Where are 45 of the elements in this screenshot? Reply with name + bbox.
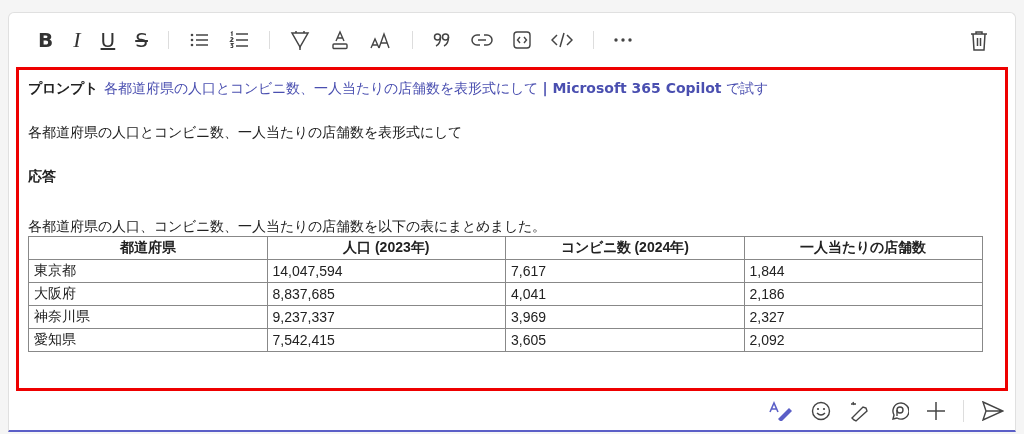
quote-icon[interactable] (432, 32, 451, 48)
more-icon[interactable] (613, 38, 632, 42)
table-cell: 3,969 (505, 305, 744, 329)
table-cell: 1,844 (744, 259, 983, 283)
table-cell: 神奈川県 (28, 305, 267, 329)
column-header: 都道府県 (28, 236, 267, 260)
prompt-label: プロンプト (28, 80, 98, 98)
table-cell: 7,542,415 (267, 328, 506, 352)
emoji-icon[interactable] (811, 400, 831, 421)
table-cell: 2,327 (744, 305, 983, 329)
code-block-icon[interactable] (512, 31, 531, 49)
underline-button[interactable]: U (100, 30, 116, 50)
table-cell: 東京都 (28, 259, 267, 283)
text-format-icon[interactable] (769, 400, 793, 421)
table-cell: 3,605 (505, 328, 744, 352)
table-cell: 9,237,337 (267, 305, 506, 329)
italic-button[interactable]: I (73, 29, 81, 51)
prompt-link[interactable]: 各都道府県の人口とコンビニ数、一人当たりの店舗数を表形式にして | Microsoft 365 Copilot で試す (104, 80, 768, 98)
response-heading: 応答 (28, 168, 57, 186)
code-icon[interactable] (550, 32, 573, 48)
table-cell: 8,837,685 (267, 282, 506, 306)
highlighter-icon[interactable] (289, 30, 310, 50)
response-text: 各都道府県の人口、コンビニ数、一人当たりの店舗数を以下の表にまとめました。 (28, 218, 547, 236)
delete-icon[interactable] (970, 29, 988, 51)
table-cell: 14,047,594 (267, 259, 506, 283)
table-cell: 愛知県 (28, 328, 267, 352)
numbered-list-icon[interactable] (228, 31, 249, 49)
table-cell: 2,092 (744, 328, 983, 352)
table-cell: 7,617 (505, 259, 744, 283)
add-icon[interactable] (927, 401, 945, 420)
column-header: 一人当たりの店舗数 (744, 236, 983, 260)
bulleted-list-icon[interactable] (188, 32, 209, 48)
strikethrough-button[interactable]: S (135, 30, 148, 50)
table-cell: 大阪府 (28, 282, 267, 306)
column-header: 人口 (2023年) (267, 236, 506, 260)
font-size-icon[interactable] (369, 31, 392, 49)
font-color-icon[interactable] (329, 30, 350, 50)
column-header: コンビニ数 (2024年) (505, 236, 744, 260)
prompt-text: 各都道府県の人口とコンビニ数、一人当たりの店舗数を表形式にして (28, 124, 463, 142)
link-icon[interactable] (470, 33, 493, 47)
table-cell: 4,041 (505, 282, 744, 306)
bold-button[interactable]: B (38, 30, 54, 50)
send-icon[interactable] (982, 400, 1004, 421)
table-cell: 2,186 (744, 282, 983, 306)
magic-pen-icon[interactable] (849, 399, 871, 422)
